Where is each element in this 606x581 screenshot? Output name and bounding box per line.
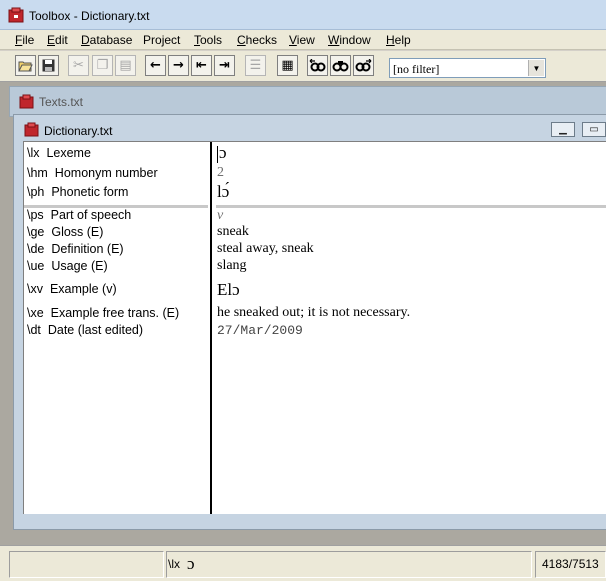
status-current-value: ɔ <box>187 554 195 573</box>
menu-checks[interactable]: Checks <box>237 33 277 47</box>
jump-last-icon[interactable]: ⇥ <box>214 55 235 76</box>
field-value-phonetic[interactable]: lɔ́ <box>217 182 229 202</box>
menu-file[interactable]: File <box>15 33 34 47</box>
status-cell-empty <box>9 551 164 578</box>
field-label-definition: \de Definition (E) <box>27 242 124 256</box>
dictionary-window-title: Dictionary.txt <box>44 124 113 138</box>
browse-icon[interactable]: ☰ <box>245 55 266 76</box>
menu-project[interactable]: Project <box>143 33 180 47</box>
document-icon <box>19 94 34 109</box>
field-label-example-trans: \xe Example free trans. (E) <box>27 306 180 320</box>
filter-dropdown[interactable]: [no filter] ▼ <box>389 58 546 78</box>
menu-bar: File Edit Database Project Tools Checks … <box>0 30 606 50</box>
app-titlebar: Toolbox - Dictionary.txt <box>0 0 606 30</box>
field-label-usage: \ue Usage (E) <box>27 259 108 273</box>
field-value-example[interactable]: Elɔ <box>217 280 240 300</box>
text-cursor <box>217 146 218 163</box>
texts-window-title: Texts.txt <box>39 95 84 109</box>
find-prev-icon[interactable] <box>307 55 328 76</box>
field-value-homonym[interactable]: 2 <box>217 165 224 181</box>
arrow-right-icon[interactable]: → <box>168 55 189 76</box>
field-divider[interactable] <box>210 142 212 514</box>
save-icon[interactable] <box>38 55 59 76</box>
field-value-lexeme[interactable]: ɔ <box>219 143 227 163</box>
menu-database[interactable]: Database <box>81 33 132 47</box>
find-icon[interactable] <box>330 55 351 76</box>
field-label-phonetic: \ph Phonetic form <box>27 185 129 199</box>
toolbox-app-icon <box>8 7 24 23</box>
field-value-gloss[interactable]: sneak <box>217 224 249 240</box>
minimize-icon[interactable]: ▁ <box>551 122 575 137</box>
field-value-date[interactable]: 27/Mar/2009 <box>217 323 303 338</box>
status-bar: \lx ɔ 4183/7513 <box>0 545 606 581</box>
field-label-lexeme: \lx Lexeme <box>27 146 91 160</box>
field-value-usage[interactable]: slang <box>217 258 247 274</box>
field-label-gloss: \ge Gloss (E) <box>27 225 104 239</box>
app-title: Toolbox - Dictionary.txt <box>29 9 150 23</box>
field-value-definition[interactable]: steal away, sneak <box>217 241 314 257</box>
restore-icon[interactable]: ▭ <box>582 122 606 137</box>
status-cell-field: \lx ɔ <box>166 551 532 578</box>
field-label-pos: \ps Part of speech <box>27 208 132 222</box>
section-separator <box>216 205 606 208</box>
jump-first-icon[interactable]: ⇤ <box>191 55 212 76</box>
paste-icon[interactable]: ▤ <box>115 55 136 76</box>
status-marker: \lx <box>168 557 180 571</box>
filter-value: [no filter] <box>393 62 440 76</box>
document-icon <box>24 122 39 137</box>
menu-view[interactable]: View <box>289 33 315 47</box>
field-label-example: \xv Example (v) <box>27 282 117 296</box>
field-value-pos[interactable]: v <box>217 208 223 224</box>
chevron-down-icon[interactable]: ▼ <box>528 60 544 76</box>
find-next-icon[interactable] <box>353 55 374 76</box>
menu-help[interactable]: Help <box>386 33 411 47</box>
menu-tools[interactable]: Tools <box>194 33 222 47</box>
table-icon[interactable]: ▦ <box>277 55 298 76</box>
copy-icon[interactable]: ❐ <box>92 55 113 76</box>
open-folder-icon[interactable] <box>15 55 36 76</box>
field-value-example-trans[interactable]: he sneaked out; it is not necessary. <box>217 305 410 321</box>
menu-edit[interactable]: Edit <box>47 33 68 47</box>
texts-window[interactable]: Texts.txt <box>9 86 606 117</box>
status-cell-position: 4183/7513 <box>535 551 606 578</box>
field-label-date: \dt Date (last edited) <box>27 323 144 337</box>
arrow-left-icon[interactable]: ← <box>145 55 166 76</box>
cut-icon[interactable]: ✂ <box>68 55 89 76</box>
status-position: 4183/7513 <box>542 557 599 571</box>
menu-window[interactable]: Window <box>328 33 371 47</box>
field-label-homonym: \hm Homonym number <box>27 166 158 180</box>
